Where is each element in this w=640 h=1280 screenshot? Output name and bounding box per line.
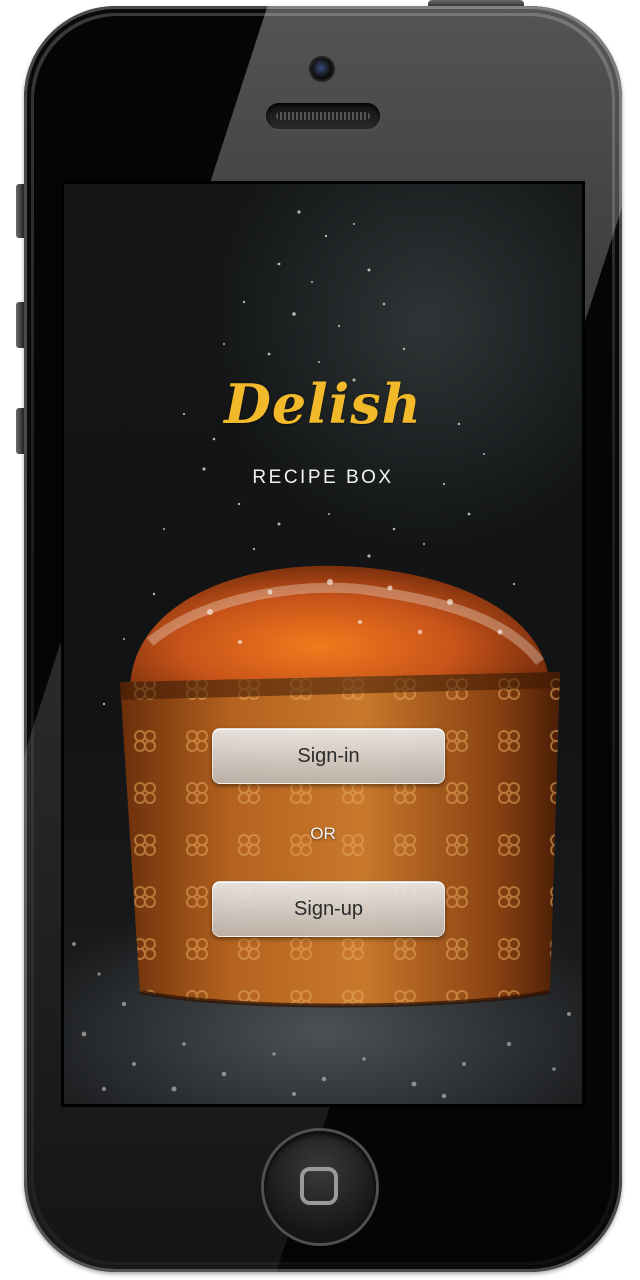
signin-button[interactable]: Sign-in (212, 728, 445, 784)
panettone-image (120, 565, 560, 1008)
home-button-icon[interactable] (264, 1131, 376, 1243)
app-subtitle: RECIPE BOX (252, 467, 394, 488)
signup-button[interactable]: Sign-up (212, 881, 445, 937)
app-logo: Delish (224, 372, 422, 436)
or-separator: OR (310, 824, 336, 843)
volume-down-button (16, 408, 24, 454)
home-square-icon (300, 1167, 338, 1205)
speaker-icon (266, 103, 380, 129)
mute-switch (16, 184, 24, 238)
volume-up-button (16, 302, 24, 348)
mockup-stage: Delish RECIPE BOX Sign-in OR Sign-up (0, 0, 640, 1280)
camera-icon (311, 58, 333, 80)
app-screen: Delish RECIPE BOX Sign-in OR Sign-up (64, 184, 582, 1104)
